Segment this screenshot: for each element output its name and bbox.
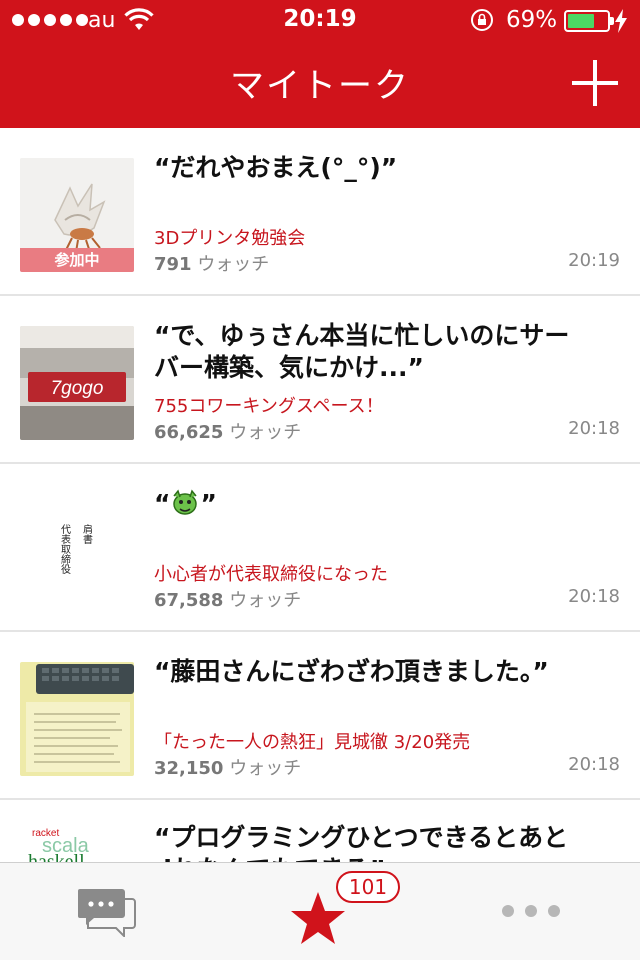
battery-percent: 69% <box>506 7 558 33</box>
joined-badge: 参加中 <box>20 248 134 272</box>
more-dots-icon[interactable] <box>502 903 560 919</box>
talk-row[interactable]: 7gogo “で、ゆぅさん本当に忙しいのにサーバー構築、気にかけ...” 755… <box>0 296 640 464</box>
status-bar: au 20:19 69% <box>0 0 640 40</box>
battery-icon <box>564 10 614 32</box>
talk-time: 20:19 <box>568 250 620 271</box>
talk-title: “だれやおまえ(°_°)” <box>154 153 398 182</box>
talk-thumbnail: 参加中 <box>20 158 134 272</box>
talk-title: “藤田さんにざわざわ頂きました。” <box>154 657 549 686</box>
talk-title: “プログラミングひとつできるとあと dれなんでもできる” <box>154 823 569 862</box>
thumb-logo-text: 7gogo <box>51 378 104 399</box>
rotation-lock-icon <box>471 9 493 31</box>
talk-thumbnail: racket scala haskell <box>20 822 134 862</box>
thumb-word-haskell: haskell <box>28 851 85 862</box>
battery-level-fill <box>568 14 594 28</box>
talk-group-name: 「たった一人の熱狂」見城徹 3/20発売 <box>154 732 471 753</box>
header-bar: au 20:19 69% マイトーク <box>0 0 640 128</box>
talk-row[interactable]: “藤田さんにざわざわ頂きました。” 「たった一人の熱狂」見城徹 3/20発売 3… <box>0 632 640 800</box>
watch-label: ウォッチ <box>229 590 302 611</box>
watch-count: 66,625 ウォッチ <box>154 418 301 444</box>
tab-bar: 101 <box>0 862 640 960</box>
thumb-card-title: 肩書 <box>81 523 93 544</box>
watch-number: 791 <box>154 254 192 275</box>
talk-time: 20:18 <box>568 754 620 775</box>
page-title: マイトーク <box>230 66 410 106</box>
watch-number: 32,150 <box>154 758 224 779</box>
keyboard-papers-image <box>20 662 134 776</box>
watch-label: ウォッチ <box>197 254 270 275</box>
thumb-card-role: 代表取締役 <box>59 524 71 575</box>
watch-number: 67,588 <box>154 590 224 611</box>
talk-title: “で、ゆぅさん本当に忙しいのにサーバー構築、気にかけ...” <box>154 321 570 382</box>
office-image: 7gogo <box>20 326 134 440</box>
language-words-image: racket scala haskell <box>20 822 134 862</box>
talk-time: 20:18 <box>568 586 620 607</box>
watch-count: 67,588 ウォッチ <box>154 586 301 612</box>
title-open-quote: “ <box>154 489 171 518</box>
business-card-image: 肩書 代表取締役 <box>20 494 134 608</box>
talk-thumbnail: 7gogo <box>20 326 134 440</box>
talk-group-name: 755コワーキングスペース！ <box>154 396 384 417</box>
chat-bubbles-icon[interactable] <box>78 887 136 937</box>
watch-count: 32,150 ウォッチ <box>154 754 301 780</box>
talk-row[interactable]: 参加中 “だれやおまえ(°_°)” 3Dプリンタ勉強会 791 ウォッチ 20:… <box>0 128 640 296</box>
talk-thumbnail <box>20 662 134 776</box>
talk-group-name: 3Dプリンタ勉強会 <box>154 228 306 249</box>
talk-row[interactable]: 肩書 代表取締役 “ ” 小心者が代表取締役になった 67,588 ウォッチ 2… <box>0 464 640 632</box>
talk-time: 20:18 <box>568 418 620 439</box>
watch-label: ウォッチ <box>229 422 302 443</box>
add-talk-button[interactable] <box>572 60 618 106</box>
talk-group-name: 小心者が代表取締役になった <box>154 564 388 585</box>
watch-label: ウォッチ <box>229 758 302 779</box>
talk-thumbnail: 肩書 代表取締役 <box>20 494 134 608</box>
star-icon[interactable] <box>290 891 346 945</box>
dog-sticker-icon <box>173 489 198 515</box>
favorites-badge: 101 <box>336 871 400 903</box>
talk-row[interactable]: racket scala haskell “プログラミングひとつできるとあと d… <box>0 800 640 862</box>
talk-list[interactable]: 参加中 “だれやおまえ(°_°)” 3Dプリンタ勉強会 791 ウォッチ 20:… <box>0 128 640 862</box>
watch-number: 66,625 <box>154 422 224 443</box>
title-close-quote: ” <box>200 489 217 518</box>
talk-title: “ ” <box>154 488 574 520</box>
charging-bolt-icon <box>615 9 627 33</box>
watch-count: 791 ウォッチ <box>154 250 269 276</box>
